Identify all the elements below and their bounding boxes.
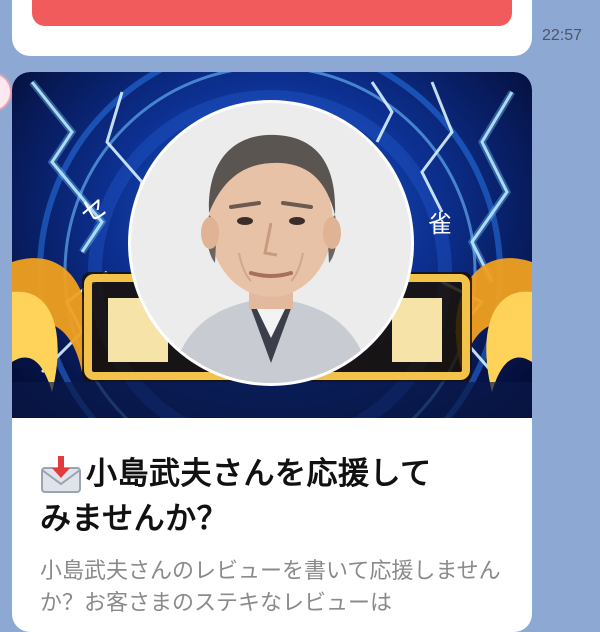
card-title-row: 小島武夫さんを応援して みませんか？ [40, 452, 504, 542]
rich-message-card[interactable]: セ 雀 小島武夫さんを応援して みませんか？ 小島武夫さんのレビューを書いて応援… [12, 72, 532, 632]
card-body: 小島武夫さんを応援して みませんか？ 小島武夫さんのレビューを書いて応援しません… [12, 418, 532, 620]
card-banner-image[interactable]: セ 雀 [12, 72, 532, 418]
banner-text-right: 雀 [428, 210, 452, 238]
profile-portrait [131, 103, 411, 383]
card-title-line2: みませんか？ [40, 501, 229, 537]
card-title: 小島武夫さんを応援して みませんか？ [40, 452, 432, 542]
sender-avatar[interactable] [0, 72, 12, 112]
message-timestamp: 22:57 [542, 27, 583, 44]
previous-message-action-button[interactable] [32, 0, 512, 26]
envelope-with-arrow-icon [40, 454, 84, 494]
previous-message-bubble [12, 0, 532, 56]
card-description: 小島武夫さんのレビューを書いて応援しませんか？お客さまのステキなレビューは [40, 559, 501, 616]
card-title-line1: 小島武夫さんを応援して [86, 456, 432, 492]
